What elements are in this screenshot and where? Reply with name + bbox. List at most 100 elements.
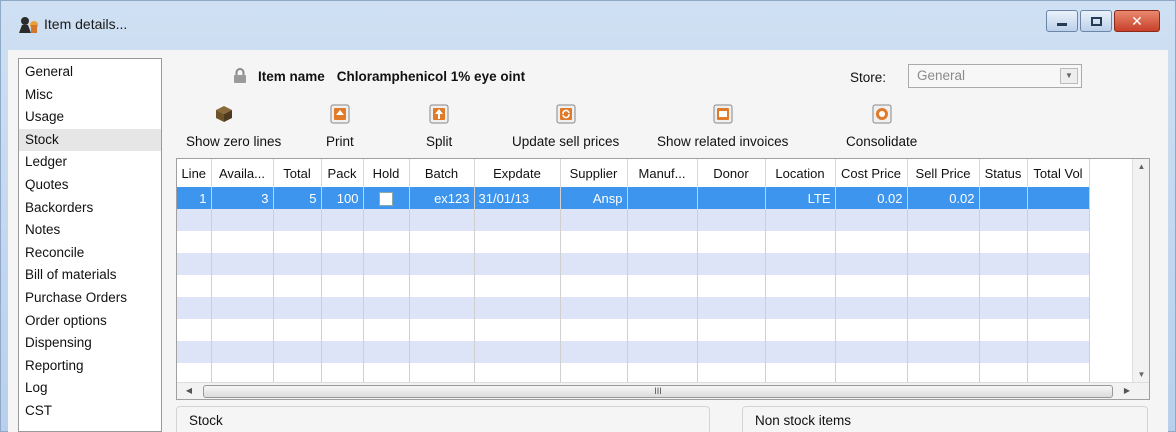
sidebar-item-backorders[interactable]: Backorders [19,197,161,220]
column-header-total-vol[interactable]: Total Vol [1027,159,1090,187]
consolidate-label: Consolidate [846,134,918,149]
lock-icon [234,68,246,83]
window-controls: ✕ [1046,10,1160,32]
empty-row [177,341,1090,363]
split-label: Split [426,134,453,149]
non-stock-panel: Non stock items [742,406,1148,432]
column-header-pack[interactable]: Pack [321,159,364,187]
column-header-supplier[interactable]: Supplier [560,159,628,187]
empty-row [177,297,1090,319]
column-header-sell-price[interactable]: Sell Price [907,159,980,187]
print-label: Print [326,134,354,149]
cell-expdate: 31/01/13 [474,187,561,209]
scroll-right-icon[interactable]: ▶ [1119,383,1135,399]
column-header-status[interactable]: Status [979,159,1028,187]
sidebar-item-notes[interactable]: Notes [19,219,161,242]
cell-available: 3 [211,187,274,209]
sidebar-item-purchase-orders[interactable]: Purchase Orders [19,287,161,310]
scroll-left-icon[interactable]: ◀ [181,383,197,399]
update-sell-prices-label: Update sell prices [512,134,620,149]
sidebar-item-general[interactable]: General [19,61,161,84]
column-header-total[interactable]: Total [273,159,322,187]
print-icon [330,104,350,124]
consolidate-icon [872,104,892,124]
chevron-down-icon[interactable]: ▼ [1060,68,1078,84]
empty-row [177,231,1090,253]
box-icon [215,106,232,122]
show-zero-lines-button[interactable]: Show zero lines [186,104,281,149]
sidebar-item-bill-of-materials[interactable]: Bill of materials [19,264,161,287]
stock-panel-title: Stock [189,413,223,428]
sidebar-item-quotes[interactable]: Quotes [19,174,161,197]
horizontal-scrollbar[interactable]: ◀ III ▶ [177,382,1149,399]
show-related-invoices-button[interactable]: Show related invoices [657,104,788,149]
empty-row [177,209,1090,231]
sidebar-item-reconcile[interactable]: Reconcile [19,242,161,265]
sidebar-item-log[interactable]: Log [19,377,161,400]
item-name-row: Item name Chloramphenicol 1% eye oint [232,68,525,84]
split-icon [429,104,449,124]
minimize-button[interactable] [1046,10,1078,32]
table-row[interactable]: 1 3 5 100 ex123 31/01/13 Ansp LTE 0.02 0… [177,187,1090,209]
cell-hold [363,187,410,209]
minimize-icon [1057,22,1067,26]
update-sell-prices-button[interactable]: Update sell prices [512,104,619,149]
sidebar-item-order-options[interactable]: Order options [19,310,161,333]
stock-panel: Stock [176,406,710,432]
sidebar-item-cst[interactable]: CST [19,400,161,423]
close-icon: ✕ [1131,13,1143,29]
scroll-up-icon[interactable]: ▲ [1133,159,1149,175]
store-value: General [917,68,966,83]
item-name-value: Chloramphenicol 1% eye oint [336,68,526,84]
column-header-batch[interactable]: Batch [409,159,475,187]
maximize-button[interactable] [1080,10,1112,32]
column-header-donor[interactable]: Donor [697,159,766,187]
stock-table[interactable]: Line Availa... Total Pack Hold Batch Exp… [176,158,1150,400]
window-title: Item details... [44,16,128,32]
hold-checkbox[interactable] [379,191,393,206]
section-list[interactable]: General Misc Usage Stock Ledger Quotes B… [18,58,162,432]
store-dropdown[interactable]: General ▼ [908,64,1082,88]
consolidate-button[interactable]: Consolidate [846,104,917,149]
column-header-cost-price[interactable]: Cost Price [835,159,908,187]
cell-line: 1 [177,187,212,209]
column-header-available[interactable]: Availa... [211,159,274,187]
show-zero-lines-label: Show zero lines [186,134,282,149]
column-header-expdate[interactable]: Expdate [474,159,561,187]
table-header-row: Line Availa... Total Pack Hold Batch Exp… [177,159,1090,187]
sidebar-item-misc[interactable]: Misc [19,84,161,107]
sidebar-item-usage[interactable]: Usage [19,106,161,129]
item-name-label: Item name [258,68,325,84]
close-button[interactable]: ✕ [1114,10,1160,32]
column-header-location[interactable]: Location [765,159,836,187]
split-button[interactable]: Split [426,104,452,149]
app-logo-icon [19,17,38,33]
horizontal-scroll-thumb[interactable]: III [203,385,1113,398]
scroll-down-icon[interactable]: ▼ [1133,367,1149,383]
store-label: Store: [850,70,887,85]
empty-row [177,275,1090,297]
print-button[interactable]: Print [326,104,354,149]
title-bar[interactable]: Item details... ✕ [0,0,1176,50]
maximize-icon [1090,16,1102,26]
sidebar-item-reporting[interactable]: Reporting [19,355,161,378]
sidebar-item-dispensing[interactable]: Dispensing [19,332,161,355]
cell-pack: 100 [321,187,364,209]
show-related-invoices-label: Show related invoices [657,134,789,149]
cell-cost-price: 0.02 [835,187,908,209]
vertical-scrollbar[interactable]: ▲ ▼ [1132,159,1149,383]
stock-grid: Line Availa... Total Pack Hold Batch Exp… [177,159,1090,383]
cell-total: 5 [273,187,322,209]
cell-sell-price: 0.02 [907,187,980,209]
column-header-hold[interactable]: Hold [363,159,410,187]
empty-row [177,253,1090,275]
sidebar-item-ledger[interactable]: Ledger [19,151,161,174]
cell-location: LTE [765,187,836,209]
sidebar-item-stock[interactable]: Stock [19,128,161,152]
non-stock-panel-title: Non stock items [755,413,852,428]
cell-supplier: Ansp [560,187,628,209]
cell-donor [697,187,766,209]
column-header-line[interactable]: Line [177,159,212,187]
column-header-manufacturer[interactable]: Manuf... [627,159,698,187]
stock-table-viewport: Line Availa... Total Pack Hold Batch Exp… [177,159,1133,383]
